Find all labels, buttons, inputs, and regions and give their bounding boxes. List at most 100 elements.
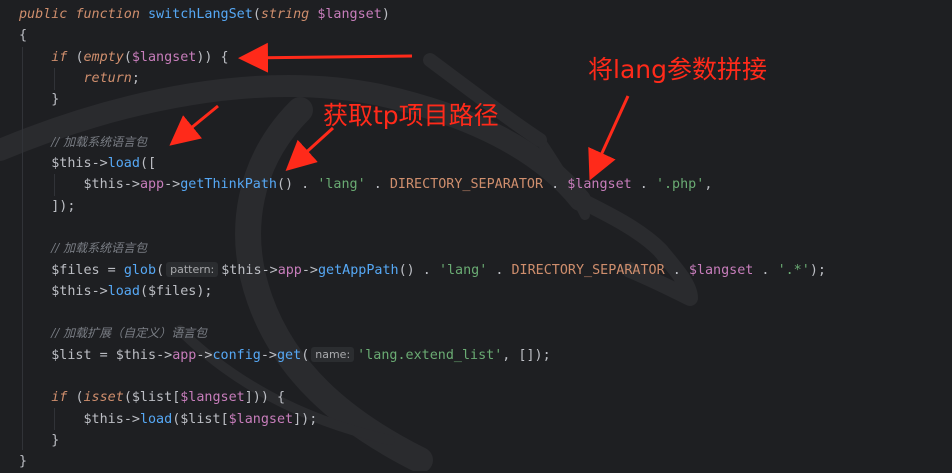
code-token: $langset [131,49,197,65]
code-token: -> [164,177,181,193]
code-token: app [277,262,302,278]
code-token: = [91,347,116,363]
annotation-concat-lang-param: 将lang参数拼接 [588,55,767,84]
code-token: load [107,156,140,172]
code-token: . [365,177,390,193]
code-token: if [51,49,76,65]
code-token: $langset [317,7,382,22]
code-token: load [107,283,140,299]
code-token: { [19,28,28,44]
code-token: )) { [196,49,229,65]
code-token: ); [196,283,213,299]
code-token: ([ [139,156,157,172]
code-line[interactable]: } [19,430,826,451]
code-token: ( [301,347,310,363]
code-line[interactable]: ]); [19,196,826,217]
code-token: $this [115,347,157,363]
code-token: ( [123,49,132,65]
code-token: $files [148,283,197,299]
code-token: . [631,177,656,193]
code-token: $this [221,262,262,278]
code-token: '.php' [655,177,705,193]
code-token: $langset [567,177,632,193]
code-token: public [19,7,76,22]
code-token: ]); [51,198,76,214]
code-line[interactable]: $this->app->getThinkPath() . 'lang' . DI… [19,174,826,195]
code-token: $this [51,283,92,299]
code-token: $langset [180,390,245,406]
code-token: getThinkPath [180,177,277,193]
code-token: $this [83,411,124,427]
code-token: () . [277,177,318,193]
code-editor[interactable]: public function switchLangSet(string $la… [0,0,952,471]
code-line[interactable]: // 加载系统语言包 [19,238,826,259]
code-token: ; [131,70,140,86]
code-line[interactable]: $files = glob(pattern: $this->app->getApp… [19,260,826,281]
code-token: app [139,177,165,193]
code-token: -> [156,347,173,363]
code-token: return [83,70,132,86]
code-token: , [704,177,713,193]
code-line[interactable] [19,366,826,387]
code-token: function [75,7,148,22]
code-line[interactable]: $list = $this->app->config->get(name:'la… [19,345,826,366]
code-line[interactable]: public function switchLangSet(string $la… [19,4,826,25]
code-token: . [487,262,512,278]
code-token: if [51,390,76,406]
code-token: $list [131,390,173,406]
code-token: $this [51,156,92,172]
code-token: $files [51,262,100,278]
code-token: config [212,347,261,363]
code-token: '.*' [777,262,810,278]
code-line[interactable]: $this->load($list[$langset]); [19,409,826,430]
code-token: isset [83,390,124,406]
code-token: -> [123,411,140,427]
code-token: ( [252,7,261,22]
code-token: () . [398,262,439,278]
code-line[interactable]: } [19,451,826,472]
code-token: $list [51,347,92,363]
code-token: 'lang' [317,177,366,193]
code-token: . [753,262,778,278]
parameter-hint: pattern: [166,261,219,277]
code-line[interactable]: { [19,25,826,46]
code-token: . [543,177,568,193]
code-token: $langset [228,411,294,427]
code-token: = [99,262,124,278]
code-token: -> [91,156,108,172]
code-token: 'lang' [438,262,488,278]
code-token: app [172,347,197,363]
code-token: [ [220,411,229,427]
code-token: ( [75,390,84,406]
code-token: } [51,432,60,448]
code-token: ); [809,262,826,278]
code-line[interactable]: $this->load([ [19,153,826,174]
code-token: // 加载扩展（自定义）语言包 [51,326,208,341]
code-token: empty [83,49,124,65]
code-token: get [277,347,302,363]
code-token: glob [123,262,157,278]
code-line[interactable]: // 加载系统语言包 [19,132,826,153]
code-token: -> [301,262,318,278]
code-line[interactable] [19,217,826,238]
code-line[interactable]: $this->load($files); [19,281,826,302]
code-token: ( [156,262,165,278]
code-line[interactable]: if (isset($list[$langset])) { [19,387,826,408]
code-token: switchLangSet [148,7,253,22]
code-token: ( [75,49,84,65]
code-line[interactable]: // 加载扩展（自定义）语言包 [19,323,826,344]
code-token: // 加载系统语言包 [51,241,148,256]
code-line[interactable] [19,302,826,323]
